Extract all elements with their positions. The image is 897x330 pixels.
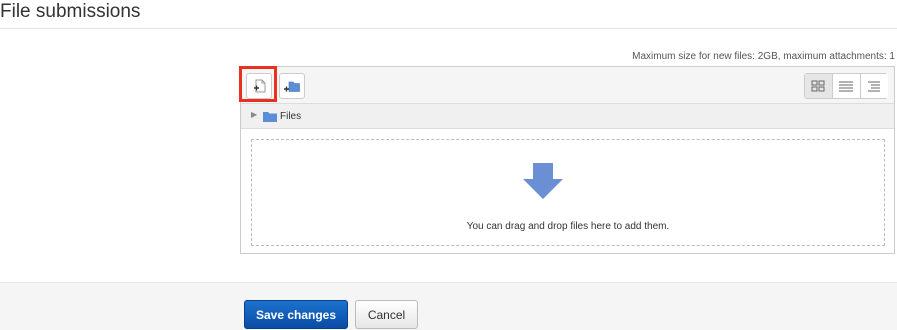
- create-folder-button[interactable]: [279, 73, 305, 99]
- form-footer: Save changes Cancel: [0, 282, 897, 330]
- list-view-button[interactable]: [832, 74, 860, 98]
- title-divider: [0, 28, 897, 29]
- create-folder-icon: [284, 81, 300, 92]
- cancel-button[interactable]: Cancel: [355, 300, 418, 329]
- view-mode-switcher: [804, 73, 888, 99]
- list-view-icon: [839, 81, 853, 92]
- folder-icon: [263, 112, 277, 122]
- section-title: File submissions: [0, 1, 141, 22]
- drop-instructions: You can drag and drop files here to add …: [466, 221, 670, 232]
- icons-view-button[interactable]: [805, 74, 832, 98]
- file-manager-toolbar: [241, 67, 894, 104]
- drop-arrow-icon: [523, 163, 563, 199]
- icons-view-icon: [811, 80, 825, 92]
- expand-arrow-icon[interactable]: ▶: [251, 110, 257, 119]
- path-bar: ▶ Files: [241, 104, 894, 129]
- save-changes-button[interactable]: Save changes: [244, 300, 348, 329]
- path-folder-label[interactable]: Files: [280, 111, 301, 122]
- add-file-highlight: [239, 66, 277, 102]
- max-size-info: Maximum size for new files: 2GB, maximum…: [632, 51, 895, 62]
- tree-view-button[interactable]: [860, 74, 888, 98]
- file-manager: ▶ Files You can drag and drop files here…: [240, 66, 895, 254]
- drop-zone[interactable]: You can drag and drop files here to add …: [251, 139, 885, 246]
- tree-view-icon: [868, 81, 880, 92]
